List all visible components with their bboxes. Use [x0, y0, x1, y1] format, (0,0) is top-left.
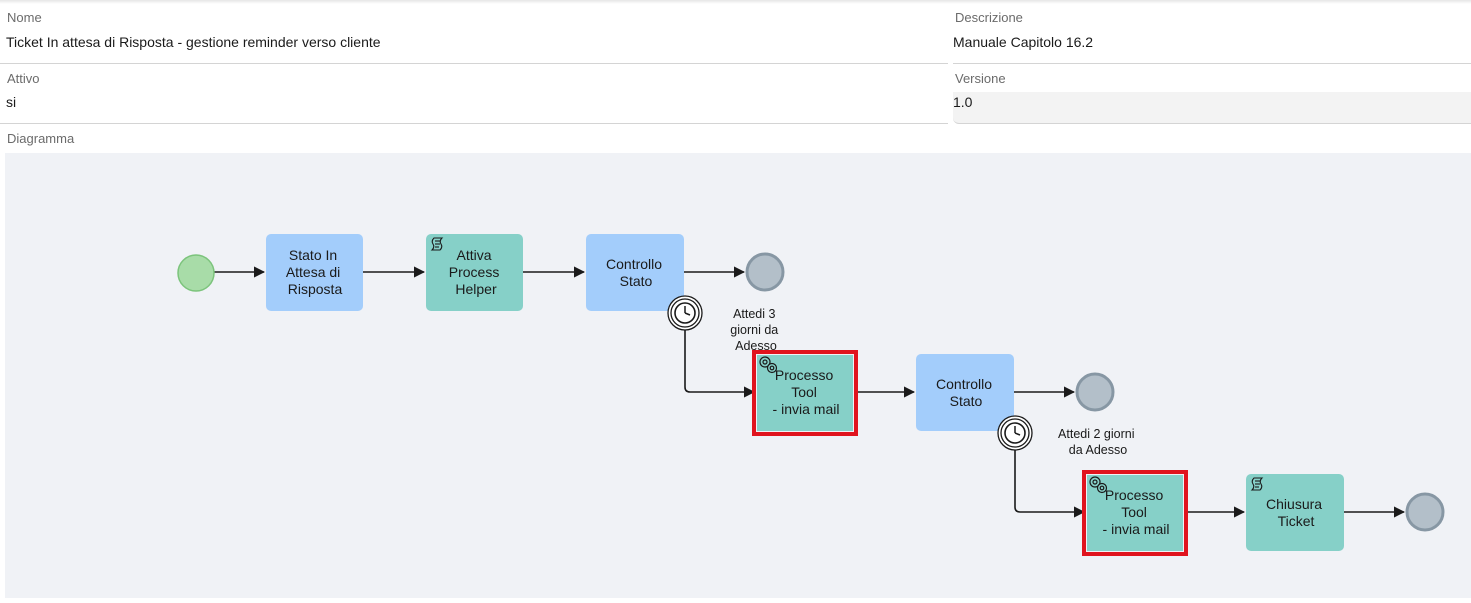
diagram-canvas[interactable]: Stato In Attesa di Risposta Attiva Proce… — [5, 153, 1471, 598]
task-label-line: Helper — [455, 281, 497, 297]
task-label-line: Risposta — [288, 281, 343, 297]
task-processo-tool-1[interactable]: Processo Tool - invia mail — [752, 350, 858, 436]
nome-value[interactable]: Ticket In attesa di Risposta - gestione … — [6, 34, 381, 50]
end-event-1[interactable] — [745, 252, 785, 292]
descrizione-value[interactable]: Manuale Capitolo 16.2 — [953, 34, 1093, 50]
attivo-underline — [0, 123, 948, 124]
end-event-3[interactable] — [1405, 492, 1445, 532]
task-label-line: Stato — [620, 273, 653, 289]
task-label-line: Stato In — [289, 247, 337, 263]
end-event-2[interactable] — [1075, 372, 1115, 412]
task-label-line: Ticket — [1278, 513, 1315, 529]
bpmn-diagram: Stato In Attesa di Risposta Attiva Proce… — [177, 234, 1445, 556]
diagramma-label: Diagramma — [7, 131, 75, 146]
timer-event-2[interactable]: Attedi 2 giorni da Adesso — [997, 415, 1138, 457]
task-label-line: Stato — [950, 393, 983, 409]
timer-label-line: Attedi 3 — [733, 307, 775, 321]
flow-timer2-to-processo2[interactable] — [1014, 450, 1086, 518]
task-label-line: Processo — [775, 367, 834, 383]
task-label-line: Attiva — [457, 247, 492, 263]
top-shadow — [0, 0, 1471, 4]
timer-label-line: giorni da — [730, 323, 778, 337]
start-event[interactable] — [177, 254, 215, 292]
versione-value: 1.0 — [953, 94, 973, 110]
task-stato-attesa[interactable]: Stato In Attesa di Risposta — [266, 234, 363, 311]
attivo-label: Attivo — [7, 71, 40, 86]
task-label-line: - invia mail — [1103, 521, 1170, 537]
task-controllo-stato-2[interactable]: Controllo Stato — [916, 354, 1014, 431]
task-label-line: Tool — [791, 384, 817, 400]
descrizione-label: Descrizione — [955, 10, 1023, 25]
svg-text:Attedi 3 giorni da: Attedi 3 giorni da Adesso — [730, 307, 781, 353]
task-controllo-stato-1[interactable]: Controllo Stato — [586, 234, 684, 311]
svg-text:Attedi 2 giorni da Ade: Attedi 2 giorni da Adesso — [1058, 427, 1138, 457]
clock-icon — [667, 295, 703, 331]
task-label-line: Chiusura — [1266, 496, 1322, 512]
task-chiusura-ticket[interactable]: Chiusura Ticket — [1246, 474, 1344, 551]
versione-readonly-box — [953, 92, 1471, 124]
task-label-line: - invia mail — [773, 401, 840, 417]
nome-label: Nome — [7, 10, 42, 25]
task-label-line: Process — [449, 264, 500, 280]
task-label-line: Tool — [1121, 504, 1147, 520]
task-label-line: Attesa di — [286, 264, 340, 280]
timer-label-line: da Adesso — [1069, 443, 1127, 457]
nome-underline — [0, 63, 948, 64]
versione-label: Versione — [955, 71, 1006, 86]
timer-label-line: Attedi 2 giorni — [1058, 427, 1134, 441]
task-processo-tool-2[interactable]: Processo Tool - invia mail — [1082, 470, 1188, 556]
clock-icon — [997, 415, 1033, 451]
svg-text:Stato In Attesa di: Stato In Attesa di Risposta — [286, 247, 344, 297]
task-attiva-helper[interactable]: Attiva Process Helper — [426, 234, 523, 311]
descrizione-underline — [953, 63, 1471, 64]
task-label-line: Processo — [1105, 487, 1164, 503]
attivo-value[interactable]: si — [6, 94, 16, 110]
task-label-line: Controllo — [606, 256, 662, 272]
svg-text:Attiva Process: Attiva Process Helper — [449, 247, 503, 297]
task-label-line: Controllo — [936, 376, 992, 392]
